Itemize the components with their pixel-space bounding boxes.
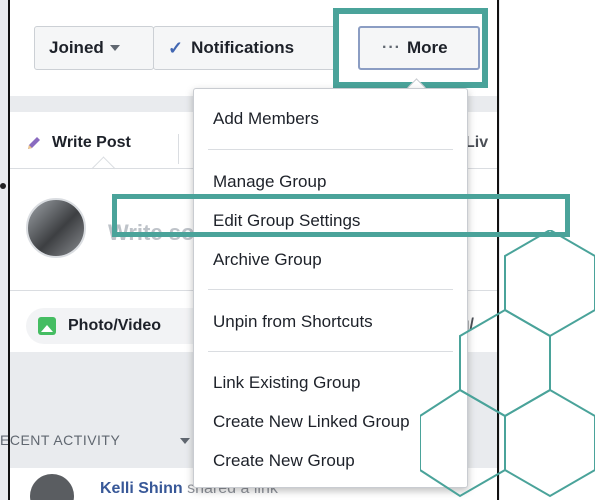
notifications-button[interactable]: ✓ Notifications [153,26,336,70]
tab-live[interactable]: Liv [465,134,488,152]
hexagon-decoration [420,230,595,498]
menu-separator [208,351,453,352]
photo-icon [38,317,56,335]
frame-border-left [8,0,10,500]
write-post-label: Write Post [52,134,131,151]
menu-separator [208,149,453,150]
post-author-link[interactable]: Kelli Shinn [100,480,183,497]
menu-item-link-existing-group[interactable]: Link Existing Group [213,373,360,393]
more-button-highlight [333,8,488,88]
tab-write-post[interactable]: Write Post [26,134,131,152]
menu-separator [208,289,453,290]
menu-item-archive-group[interactable]: Archive Group [213,250,322,270]
joined-button[interactable]: Joined [34,26,154,70]
tab-divider [178,134,179,164]
notifications-label: Notifications [191,38,295,57]
checkmark-icon: ✓ [168,37,184,58]
caret-down-icon [109,45,120,51]
caret-down-icon[interactable] [180,438,190,444]
menu-item-unpin-from-shortcuts[interactable]: Unpin from Shortcuts [213,312,373,332]
menu-item-manage-group[interactable]: Manage Group [213,172,326,192]
recent-activity-label[interactable]: ECENT ACTIVITY [0,432,120,448]
joined-label: Joined [49,38,104,57]
menu-item-add-members[interactable]: Add Members [213,109,319,129]
photo-video-label: Photo/Video [68,317,162,334]
decorative-dot [0,183,6,189]
menu-item-create-new-linked-group[interactable]: Create New Linked Group [213,412,410,432]
pencil-icon [28,137,40,149]
avatar [26,198,86,258]
menu-item-create-new-group[interactable]: Create New Group [213,451,355,471]
